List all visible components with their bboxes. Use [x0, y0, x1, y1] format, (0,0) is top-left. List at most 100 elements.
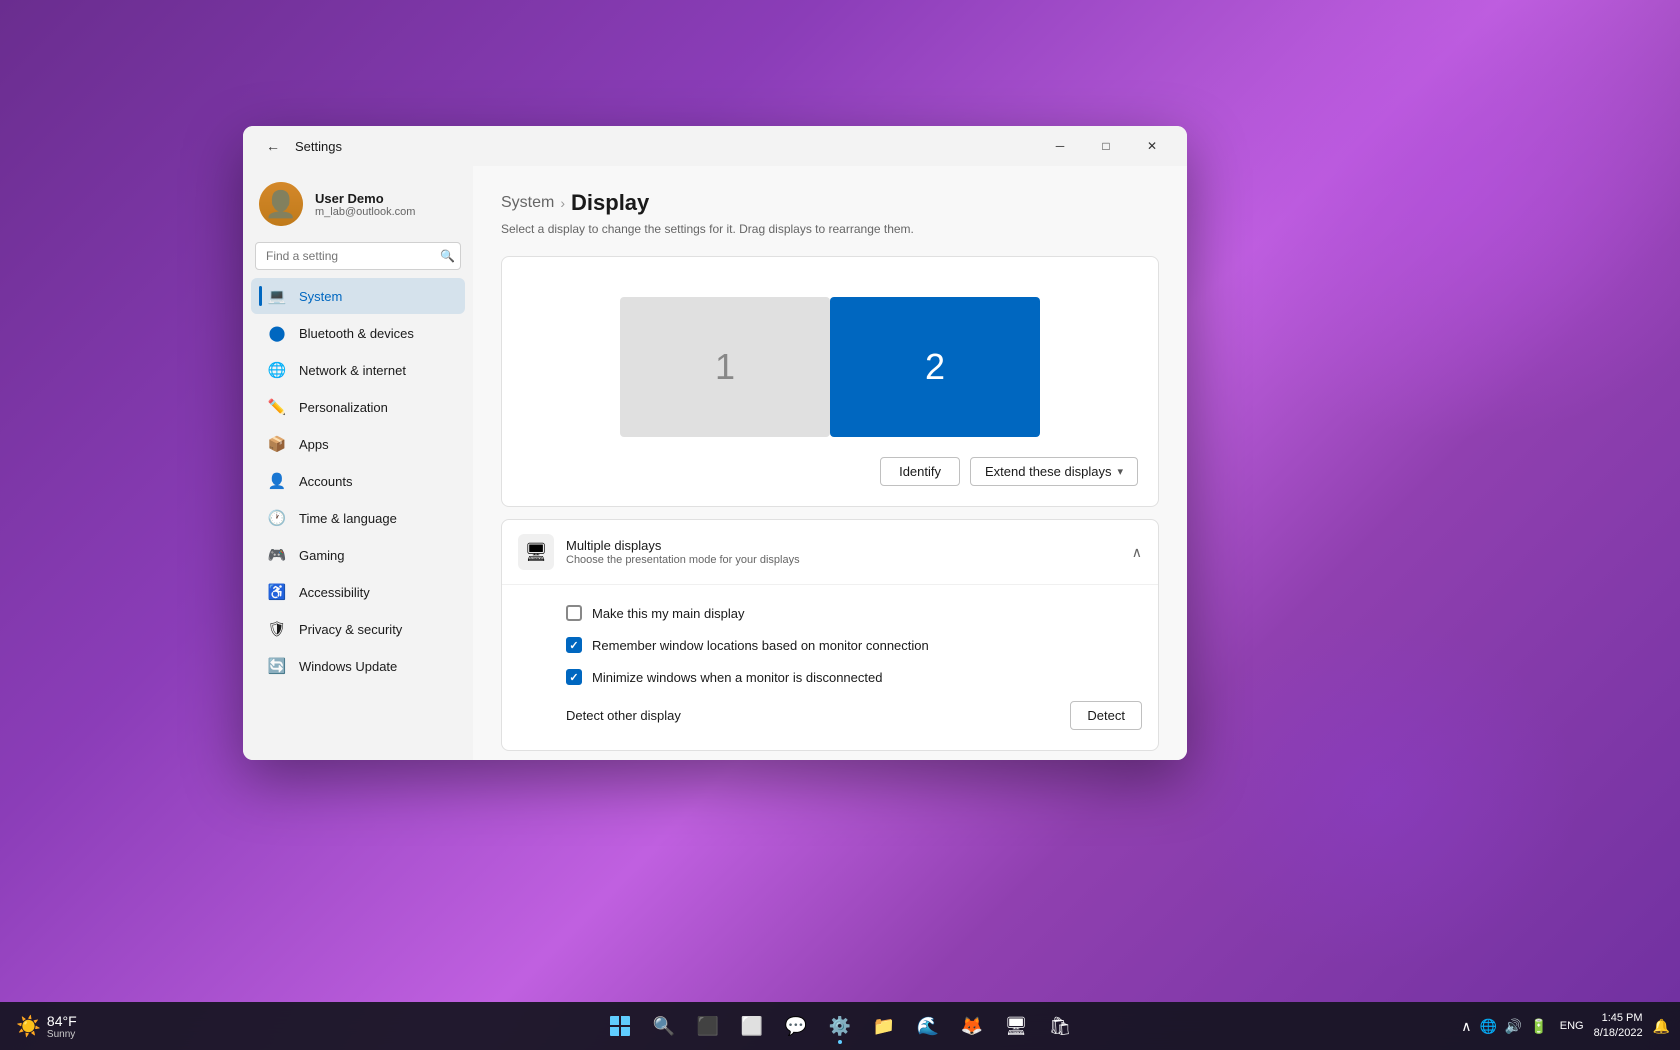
display-actions: Identify Extend these displays ▾ — [522, 457, 1138, 486]
avatar[interactable] — [259, 182, 303, 226]
multiple-displays-icon: 🖥 — [518, 534, 554, 570]
taskbar-center: 🔍 ⬛ ⬜ 💬 ⚙️ 📁 🌊 🦊 🖥 🛍 — [600, 1006, 1080, 1046]
sidebar-item-network-label: Network & internet — [299, 363, 406, 378]
firefox-button[interactable]: 🦊 — [952, 1006, 992, 1046]
settings-taskbar-button[interactable]: ⚙️ — [820, 1006, 860, 1046]
sidebar-item-personalization[interactable]: ✏️ Personalization — [251, 389, 465, 425]
monitor-2-label: 2 — [925, 346, 945, 388]
store-button[interactable]: 🛍 — [1040, 1006, 1080, 1046]
sidebar-item-accounts-label: Accounts — [299, 474, 352, 489]
sidebar-item-update-label: Windows Update — [299, 659, 397, 674]
sidebar-item-apps-label: Apps — [299, 437, 329, 452]
sidebar-item-privacy-label: Privacy & security — [299, 622, 402, 637]
checkbox-row-remember-windows: Remember window locations based on monit… — [566, 629, 1142, 661]
breadcrumb-parent[interactable]: System — [501, 194, 554, 212]
file-explorer-button[interactable]: 📁 — [864, 1006, 904, 1046]
sidebar-item-network[interactable]: 🌐 Network & internet — [251, 352, 465, 388]
network-icon: 🌐 — [267, 360, 287, 380]
weather-widget[interactable]: ☀️ 84°F Sunny — [8, 1009, 85, 1044]
sidebar-item-update[interactable]: 🔄 Windows Update — [251, 648, 465, 684]
sidebar-item-privacy[interactable]: 🛡 Privacy & security — [251, 611, 465, 647]
multiple-displays-body: Make this my main display Remember windo… — [502, 585, 1158, 750]
sidebar-item-accessibility[interactable]: ♿ Accessibility — [251, 574, 465, 610]
minimize-button[interactable]: ─ — [1037, 130, 1083, 162]
taskbar: ☀️ 84°F Sunny 🔍 ⬛ ⬜ 💬 ⚙️ 📁 🌊 — [0, 1002, 1680, 1050]
checkbox-minimize-windows[interactable] — [566, 669, 582, 685]
multiple-displays-title: Multiple displays — [566, 538, 1132, 553]
checkbox-main-display[interactable] — [566, 605, 582, 621]
sidebar-item-time[interactable]: 🕐 Time & language — [251, 500, 465, 536]
detect-row: Detect other display Detect — [566, 693, 1142, 738]
display-preview-card: 1 2 Identify Extend these displays ▾ — [501, 256, 1159, 507]
sidebar-item-gaming-label: Gaming — [299, 548, 345, 563]
back-button[interactable]: ← — [259, 132, 287, 160]
privacy-icon: 🛡 — [267, 619, 287, 639]
monitor-1[interactable]: 1 — [620, 297, 830, 437]
page-subtitle: Select a display to change the settings … — [501, 222, 1159, 236]
identify-button[interactable]: Identify — [880, 457, 960, 486]
display-monitors: 1 2 — [522, 277, 1138, 437]
sidebar-item-system[interactable]: 💻 System — [251, 278, 465, 314]
checkbox-remember-windows[interactable] — [566, 637, 582, 653]
sidebar: User Demo m_lab@outlook.com 🔍 💻 System ⬤… — [243, 166, 473, 760]
tray-chevron[interactable]: ∧ — [1459, 1016, 1473, 1037]
weather-condition: Sunny — [47, 1029, 77, 1040]
start-button[interactable] — [600, 1006, 640, 1046]
checkbox-main-display-label: Make this my main display — [592, 606, 744, 621]
checkbox-minimize-windows-label: Minimize windows when a monitor is disco… — [592, 670, 882, 685]
clock-time: 1:45 PM — [1594, 1011, 1643, 1026]
breadcrumb-separator: › — [560, 195, 565, 211]
breadcrumb: System › Display — [501, 190, 1159, 216]
clock-date: 8/18/2022 — [1594, 1026, 1643, 1041]
tray-volume[interactable]: 🔊 — [1503, 1016, 1524, 1037]
bluetooth-icon: ⬤ — [267, 323, 287, 343]
language-indicator[interactable]: ENG — [1558, 1018, 1586, 1034]
sidebar-item-time-label: Time & language — [299, 511, 397, 526]
extend-button-label: Extend these displays — [985, 464, 1111, 479]
sidebar-item-system-label: System — [299, 289, 342, 304]
settings-window: ← Settings ─ □ ✕ User Demo m_lab@outlook… — [243, 126, 1187, 760]
sidebar-item-bluetooth[interactable]: ⬤ Bluetooth & devices — [251, 315, 465, 351]
gaming-icon: 🎮 — [267, 545, 287, 565]
multiple-displays-chevron[interactable]: ∧ — [1132, 544, 1142, 561]
close-button[interactable]: ✕ — [1129, 130, 1175, 162]
monitor-2[interactable]: 2 — [830, 297, 1040, 437]
apps-icon: 📦 — [267, 434, 287, 454]
notifications-button[interactable]: 🔔 — [1651, 1016, 1672, 1037]
widgets-button[interactable]: ⬜ — [732, 1006, 772, 1046]
weather-temp: 84°F — [47, 1013, 77, 1029]
terminal-button[interactable]: 🖥 — [996, 1006, 1036, 1046]
sidebar-item-apps[interactable]: 📦 Apps — [251, 426, 465, 462]
multiple-displays-header[interactable]: 🖥 Multiple displays Choose the presentat… — [502, 520, 1158, 585]
tray-network[interactable]: 🌐 — [1477, 1016, 1498, 1037]
breadcrumb-current: Display — [571, 190, 649, 216]
search-input[interactable] — [255, 242, 461, 270]
tray-battery[interactable]: 🔋 — [1528, 1016, 1549, 1037]
user-name: User Demo — [315, 191, 457, 206]
title-bar: ← Settings ─ □ ✕ — [243, 126, 1187, 166]
search-icon[interactable]: 🔍 — [440, 249, 455, 263]
sidebar-item-accounts[interactable]: 👤 Accounts — [251, 463, 465, 499]
monitor-1-label: 1 — [715, 346, 735, 388]
detect-other-display-label: Detect other display — [566, 708, 681, 723]
maximize-button[interactable]: □ — [1083, 130, 1129, 162]
system-tray: ∧ 🌐 🔊 🔋 ENG 1:45 PM 8/18/2022 🔔 — [1459, 1011, 1672, 1042]
clock[interactable]: 1:45 PM 8/18/2022 — [1594, 1011, 1643, 1042]
sidebar-item-bluetooth-label: Bluetooth & devices — [299, 326, 414, 341]
extend-button[interactable]: Extend these displays ▾ — [970, 457, 1138, 486]
time-icon: 🕐 — [267, 508, 287, 528]
weather-info: 84°F Sunny — [47, 1013, 77, 1040]
sidebar-item-gaming[interactable]: 🎮 Gaming — [251, 537, 465, 573]
title-bar-left: ← Settings — [259, 132, 342, 160]
accessibility-icon: ♿ — [267, 582, 287, 602]
edge-button[interactable]: 🌊 — [908, 1006, 948, 1046]
detect-button[interactable]: Detect — [1070, 701, 1142, 730]
multiple-displays-subtitle: Choose the presentation mode for your di… — [566, 554, 1132, 566]
update-icon: 🔄 — [267, 656, 287, 676]
user-info: User Demo m_lab@outlook.com — [315, 191, 457, 218]
chat-button[interactable]: 💬 — [776, 1006, 816, 1046]
checkbox-remember-windows-label: Remember window locations based on monit… — [592, 638, 929, 653]
checkbox-row-minimize-windows: Minimize windows when a monitor is disco… — [566, 661, 1142, 693]
search-taskbar-button[interactable]: 🔍 — [644, 1006, 684, 1046]
taskview-button[interactable]: ⬛ — [688, 1006, 728, 1046]
